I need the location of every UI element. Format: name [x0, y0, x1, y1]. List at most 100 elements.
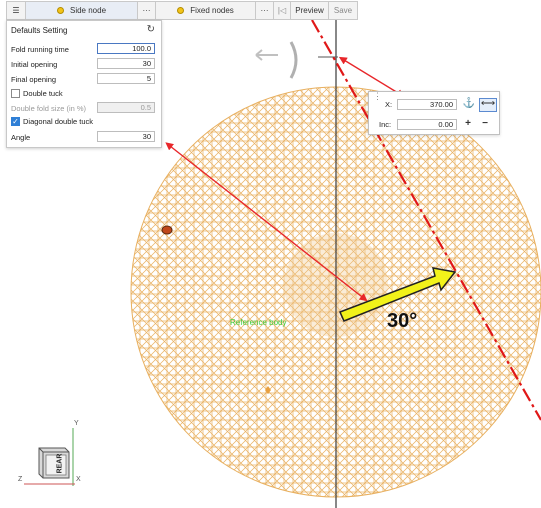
double-fold-size-field[interactable]: 0.5	[97, 102, 155, 113]
mesh-line	[131, 87, 177, 497]
mesh-line	[467, 87, 541, 497]
ghost-arrow-icon	[255, 49, 278, 61]
measure-icon[interactable]: ⟷	[479, 98, 497, 112]
mesh-line	[131, 87, 132, 497]
fold-running-time-label: Fold running time	[11, 44, 69, 54]
inc-label: Inc:	[379, 120, 392, 129]
mesh-line	[131, 87, 150, 497]
mesh-line	[131, 87, 213, 497]
double-tuck-checkbox[interactable]	[11, 89, 20, 98]
mesh-line	[485, 87, 541, 497]
x-label: X:	[385, 100, 393, 109]
mesh-line	[131, 87, 159, 497]
diagonal-double-tuck-checkbox[interactable]: ✓	[11, 117, 20, 126]
position-input-panel: ⋮ X: 370.00 ⚓ ⟷ Inc: 0.00 + −	[368, 91, 500, 135]
mesh-line	[131, 87, 330, 497]
mesh-line	[131, 87, 132, 497]
graphics-viewport[interactable]: ☰ Side node ··· Fixed nodes ··· |◁ Previ…	[0, 0, 541, 508]
fixed-nodes-button[interactable]: Fixed nodes	[156, 2, 256, 19]
mesh-line	[131, 87, 258, 497]
mesh-line	[131, 87, 186, 497]
more-icon: ···	[260, 6, 269, 15]
final-opening-row: Final opening	[11, 73, 99, 85]
triad-x-label: X	[76, 476, 81, 483]
mesh-line	[131, 87, 195, 497]
angle-label: Angle	[11, 132, 31, 142]
rotate-gizmo-icon	[289, 41, 298, 79]
fold-line	[311, 19, 541, 421]
initial-opening-row: Initial opening	[11, 58, 99, 70]
side-node-more-button[interactable]: ···	[138, 2, 156, 19]
airbag-mesh	[131, 87, 541, 497]
mesh-line	[131, 87, 312, 497]
mesh-line	[485, 87, 541, 497]
increment-minus-button[interactable]: −	[479, 119, 491, 131]
mesh-line	[503, 87, 541, 497]
view-cube-face-label: REAR	[56, 453, 64, 474]
angle-field[interactable]: 30	[97, 131, 155, 142]
fold-running-time-field[interactable]: 100.0	[97, 43, 155, 54]
save-label: Save	[333, 6, 353, 15]
mesh-line	[131, 87, 276, 497]
mesh-line	[413, 87, 541, 497]
side-node-marker	[161, 225, 173, 235]
mesh-line	[131, 87, 195, 497]
preview-button[interactable]: Preview	[291, 2, 329, 19]
angle-annotation: 30°	[387, 310, 418, 332]
mesh-line	[131, 87, 141, 497]
x-value-field[interactable]: 370.00	[397, 99, 457, 110]
mesh-line	[131, 87, 276, 497]
fold-toolbar: ☰ Side node ··· Fixed nodes ··· |◁ Previ…	[6, 1, 358, 20]
mesh-line	[131, 87, 159, 497]
drag-handle-icon[interactable]: ⋮	[373, 91, 382, 102]
view-cube-icon	[38, 447, 70, 479]
mesh-line	[131, 87, 186, 497]
mesh-line	[131, 87, 249, 497]
double-fold-size-row: Double fold size (in %)	[11, 102, 99, 114]
final-opening-field[interactable]: 5	[97, 73, 155, 84]
first-step-icon: |◁	[277, 6, 287, 15]
fixed-nodes-dot-icon	[177, 7, 185, 14]
save-button[interactable]: Save	[329, 2, 357, 19]
mesh-line	[131, 87, 222, 497]
mesh-line	[131, 87, 249, 497]
preview-label: Preview	[295, 6, 324, 15]
defaults-setting-panel: Defaults Setting ↻ Fold running time 100…	[6, 20, 162, 148]
mesh-line	[131, 87, 213, 497]
mesh-line	[467, 87, 541, 497]
fixed-nodes-label: Fixed nodes	[190, 6, 234, 15]
mesh-line	[131, 87, 258, 497]
panel-title: Defaults Setting	[11, 26, 68, 35]
first-step-button[interactable]: |◁	[274, 2, 291, 19]
anchor-icon[interactable]: ⚓	[462, 99, 476, 111]
side-node-dot-icon	[56, 7, 64, 14]
more-icon: ···	[142, 6, 151, 15]
mesh-line	[131, 87, 222, 497]
angle-row: Angle	[11, 131, 99, 143]
view-cube[interactable]: REAR	[35, 442, 71, 482]
reset-icon[interactable]: ↻	[147, 24, 155, 35]
initial-opening-label: Initial opening	[11, 59, 58, 69]
side-node-label: Side node	[69, 6, 107, 15]
mesh-line	[131, 87, 330, 497]
side-node-button[interactable]: Side node	[26, 2, 138, 19]
reference-body-label: Reference body	[230, 318, 287, 327]
initial-opening-field[interactable]: 30	[97, 58, 155, 69]
double-tuck-label: Double tuck	[23, 89, 63, 98]
menu-icon: ☰	[12, 6, 20, 15]
mesh-line	[413, 87, 541, 497]
mesh-line	[131, 87, 312, 497]
mesh-line	[131, 87, 177, 497]
increment-plus-button[interactable]: +	[462, 119, 474, 131]
triad-z-label: Z	[18, 476, 23, 483]
mesh-line	[503, 87, 541, 497]
mesh-line	[131, 87, 150, 497]
fixed-nodes-more-button[interactable]: ···	[256, 2, 274, 19]
double-fold-size-label: Double fold size (in %)	[11, 103, 87, 113]
triad-y-label: Y	[74, 420, 79, 427]
inc-value-field[interactable]: 0.00	[397, 119, 457, 130]
final-opening-label: Final opening	[11, 74, 57, 84]
diagonal-double-tuck-label: Diagonal double tuck	[23, 117, 94, 126]
menu-button[interactable]: ☰	[7, 2, 26, 19]
fold-running-time-row: Fold running time	[11, 43, 99, 55]
